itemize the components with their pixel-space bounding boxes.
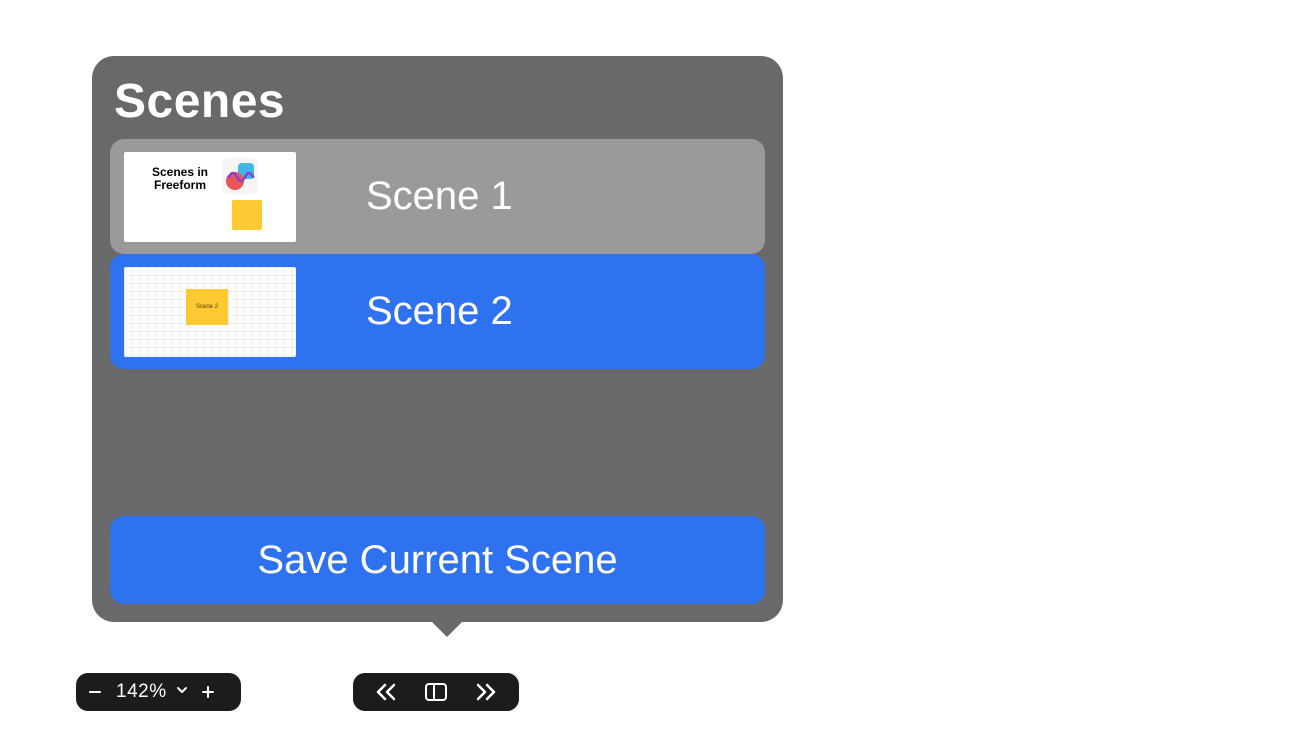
scenes-panel-button[interactable]	[423, 681, 449, 703]
prev-scene-button[interactable]	[374, 682, 398, 702]
save-scene-button[interactable]: Save Current Scene	[110, 516, 765, 604]
next-scene-button[interactable]	[474, 682, 498, 702]
scene-thumbnail: Scene 2	[124, 267, 296, 357]
scene-item-2[interactable]: Scene 2 Scene 2	[110, 254, 765, 369]
zoom-toolbar: 142%	[76, 673, 241, 711]
popover-pointer	[429, 619, 465, 637]
scene-label: Scene 1	[366, 174, 513, 219]
zoom-menu-button[interactable]	[175, 683, 189, 702]
scene-list: Scenes in Freeform Scene 1 Scene 2 Scene…	[110, 139, 765, 516]
popover-title: Scenes	[110, 74, 765, 129]
sticky-note-icon	[232, 200, 262, 230]
zoom-in-button[interactable]	[199, 684, 217, 700]
scene-thumbnail: Scenes in Freeform	[124, 152, 296, 242]
scene-label: Scene 2	[366, 289, 513, 334]
zoom-level: 142%	[116, 681, 167, 703]
scene-item-1[interactable]: Scenes in Freeform Scene 1	[110, 139, 765, 254]
thumb-text: Scenes in Freeform	[150, 166, 210, 192]
sticky-note-icon: Scene 2	[186, 289, 228, 325]
zoom-out-button[interactable]	[86, 684, 104, 700]
scene-nav-toolbar	[353, 673, 519, 711]
freeform-app-icon	[222, 158, 258, 194]
scenes-popover: Scenes Scenes in Freeform Scene 1 Scene	[92, 56, 783, 622]
